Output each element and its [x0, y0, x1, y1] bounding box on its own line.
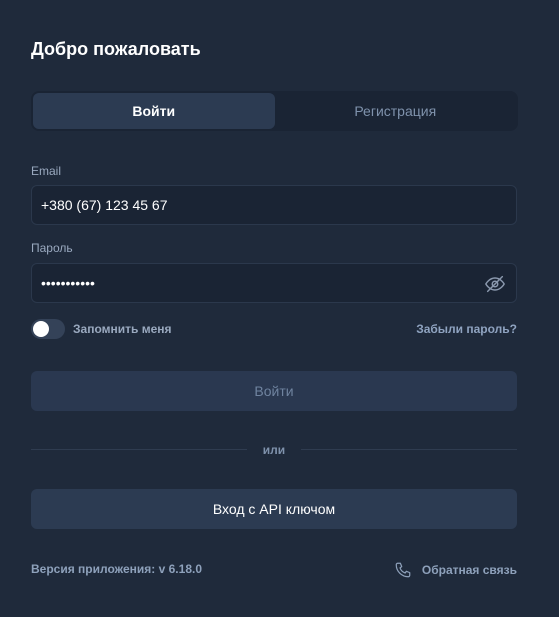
- divider-left: [31, 449, 247, 450]
- phone-icon: [395, 562, 411, 578]
- page-title: Добро пожаловать: [31, 39, 201, 59]
- toggle-knob: [33, 321, 49, 337]
- login-button[interactable]: Войти: [31, 371, 517, 411]
- feedback-label: Обратная связь: [421, 563, 517, 577]
- password-field[interactable]: [32, 264, 516, 302]
- email-field[interactable]: [32, 186, 516, 224]
- app-version: Версия приложения: v 6.18.0: [31, 562, 202, 576]
- tab-register[interactable]: Регистрация: [275, 93, 517, 129]
- password-label: Пароль: [31, 241, 73, 255]
- divider-right: [301, 449, 517, 450]
- email-field-wrapper: [31, 185, 517, 225]
- remember-toggle[interactable]: [31, 319, 65, 339]
- login-page: Добро пожаловать Войти Регистрация Email…: [0, 0, 559, 617]
- remember-label: Запомнить меня: [73, 322, 172, 336]
- api-key-login-button[interactable]: Вход с API ключом: [31, 489, 517, 529]
- divider-text: или: [262, 443, 286, 457]
- eye-off-icon[interactable]: [484, 273, 506, 295]
- auth-tabs: Войти Регистрация: [31, 91, 518, 131]
- email-label: Email: [31, 164, 62, 178]
- forgot-password-link[interactable]: Забыли пароль?: [416, 322, 517, 336]
- password-field-wrapper: [31, 263, 517, 303]
- tab-login[interactable]: Войти: [33, 93, 275, 129]
- feedback-link[interactable]: Обратная связь: [394, 561, 517, 579]
